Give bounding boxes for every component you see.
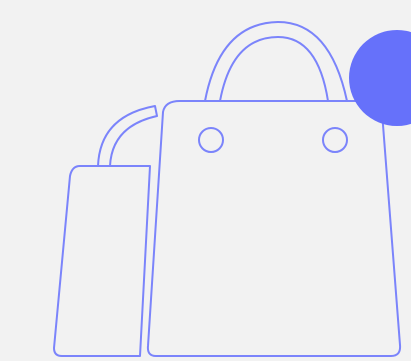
- shopping-bags-icon: [53, 21, 402, 357]
- back-bag-handle: [97, 105, 158, 167]
- right-handle-hole: [322, 127, 348, 153]
- back-bag-body: [53, 165, 151, 357]
- front-bag-handle-inner: [219, 36, 329, 102]
- shopping-bags-illustration: [0, 0, 411, 361]
- front-bag-body: [146, 100, 402, 357]
- left-handle-hole: [198, 127, 224, 153]
